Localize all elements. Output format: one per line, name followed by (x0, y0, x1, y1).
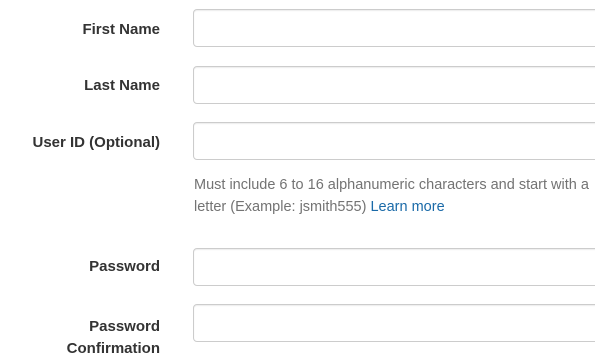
password-confirmation-label-line1: Password (89, 318, 160, 335)
user-id-label: User ID (Optional) (32, 134, 160, 151)
first-name-label: First Name (82, 21, 160, 38)
user-id-input[interactable] (193, 122, 595, 160)
password-confirmation-input[interactable] (193, 304, 595, 342)
password-label: Password (89, 258, 160, 275)
password-confirmation-label-line2: Confirmation (66, 340, 160, 357)
password-confirmation-label: Password Confirmation (0, 316, 160, 360)
last-name-label: Last Name (84, 77, 160, 94)
first-name-input[interactable] (193, 9, 595, 47)
last-name-input[interactable] (193, 66, 595, 104)
learn-more-link[interactable]: Learn more (370, 199, 444, 215)
password-input[interactable] (193, 248, 595, 286)
user-id-help-text: Must include 6 to 16 alphanumeric charac… (194, 174, 594, 218)
